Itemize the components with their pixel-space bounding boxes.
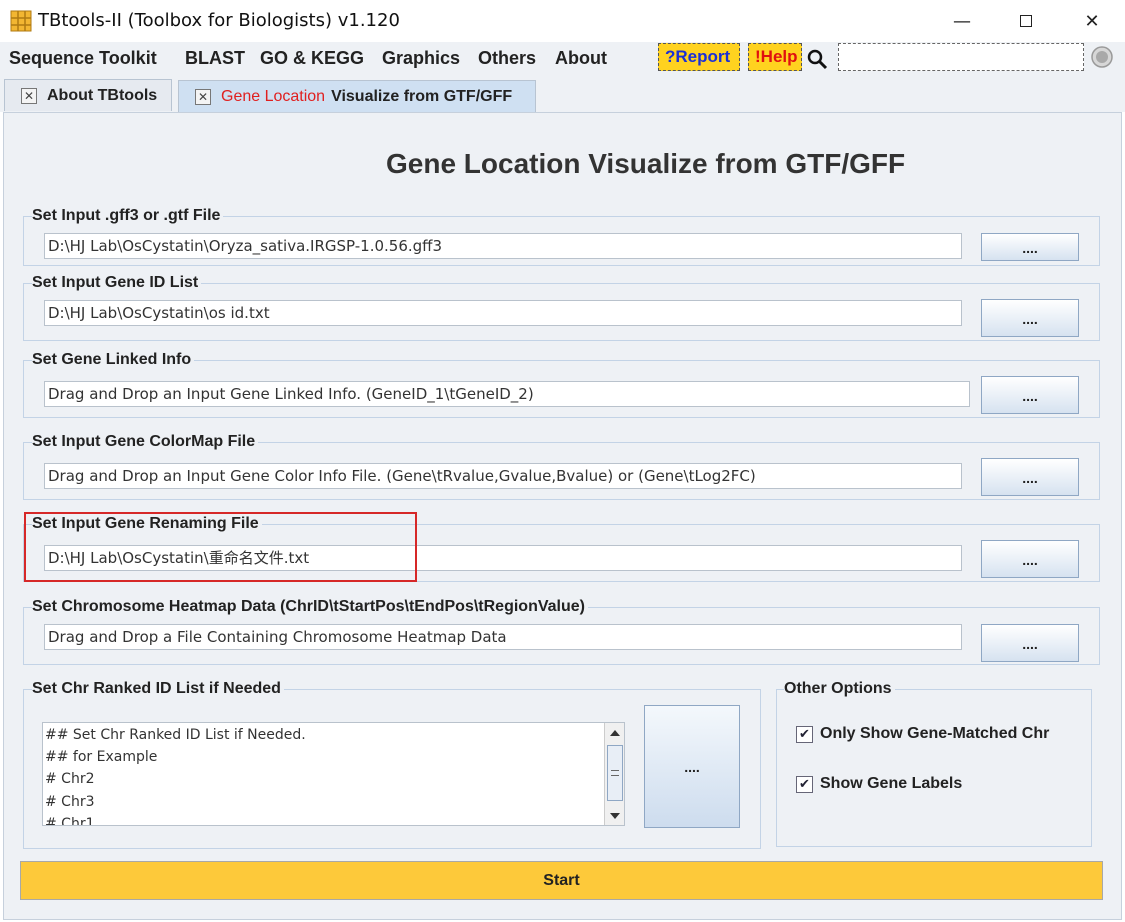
tab-about-tbtools[interactable]: ✕ About TBtools — [4, 79, 172, 111]
gene-id-label: Set Input Gene ID List — [32, 274, 202, 292]
menu-sequence-toolkit[interactable]: Sequence Toolkit — [9, 48, 157, 69]
tab-label: Visualize from GTF/GFF — [331, 87, 513, 105]
heatmap-browse-button[interactable]: .... — [981, 624, 1079, 662]
start-button[interactable]: Start — [20, 861, 1103, 900]
window-title: TBtools-II (Toolbox for Biologists) v1.1… — [38, 10, 400, 31]
menu-go-kegg[interactable]: GO & KEGG — [260, 48, 364, 69]
minimize-button[interactable]: — — [929, 0, 995, 42]
textarea-line: # Chr1 — [45, 816, 95, 826]
textarea-line: # Chr2 — [45, 771, 95, 787]
close-button[interactable]: ✕ — [1059, 0, 1125, 42]
other-options-group — [776, 689, 1092, 847]
ranked-id-label: Set Chr Ranked ID List if Needed — [32, 680, 284, 698]
gene-id-file-input[interactable]: D:\HJ Lab\OsCystatin\os id.txt — [44, 300, 962, 326]
menu-about[interactable]: About — [555, 48, 607, 69]
busy-indicator-icon — [1091, 46, 1113, 68]
colormap-browse-button[interactable]: .... — [981, 458, 1079, 496]
menu-others[interactable]: Others — [478, 48, 536, 69]
minimize-icon: — — [953, 10, 971, 32]
only-matched-chr-checkbox[interactable]: ✔ Only Show Gene-Matched Chr — [796, 725, 1049, 743]
scroll-up-icon[interactable] — [608, 726, 622, 740]
checkbox-checked-icon[interactable]: ✔ — [796, 725, 813, 743]
renaming-file-input[interactable]: D:\HJ Lab\OsCystatin\重命名文件.txt — [44, 545, 962, 571]
gene-id-browse-button[interactable]: .... — [981, 299, 1079, 337]
textarea-line: # Chr3 — [45, 794, 95, 810]
menu-blast[interactable]: BLAST — [185, 48, 245, 69]
gff-browse-button[interactable]: .... — [981, 233, 1079, 261]
checkbox-checked-icon[interactable]: ✔ — [796, 775, 813, 793]
textarea-scrollbar[interactable] — [604, 723, 624, 825]
tab-close-icon[interactable]: ✕ — [21, 87, 37, 104]
title-bar: TBtools-II (Toolbox for Biologists) v1.1… — [0, 0, 1125, 42]
page-title: Gene Location Visualize from GTF/GFF — [386, 148, 906, 179]
heatmap-label: Set Chromosome Heatmap Data (ChrID\tStar… — [32, 598, 588, 616]
gff-input-label: Set Input .gff3 or .gtf File — [32, 207, 224, 225]
gff-file-input[interactable]: D:\HJ Lab\OsCystatin\Oryza_sativa.IRGSP-… — [44, 233, 962, 259]
menu-graphics[interactable]: Graphics — [382, 48, 460, 69]
colormap-label: Set Input Gene ColorMap File — [32, 433, 259, 451]
close-icon: ✕ — [1084, 10, 1100, 32]
maximize-icon — [1020, 15, 1032, 27]
search-icon[interactable] — [806, 48, 828, 70]
gene-linked-input[interactable]: Drag and Drop an Input Gene Linked Info.… — [44, 381, 970, 407]
tab-close-icon[interactable]: ✕ — [195, 88, 211, 105]
renaming-browse-button[interactable]: .... — [981, 540, 1079, 578]
scroll-thumb[interactable] — [607, 745, 623, 801]
colormap-input[interactable]: Drag and Drop an Input Gene Color Info F… — [44, 463, 962, 489]
gene-linked-label: Set Gene Linked Info — [32, 351, 195, 369]
heatmap-input[interactable]: Drag and Drop a File Containing Chromoso… — [44, 624, 962, 650]
search-input[interactable] — [838, 43, 1084, 71]
scroll-grip-icon — [611, 770, 619, 776]
tab-gene-location[interactable]: ✕ Gene Location Visualize from GTF/GFF — [178, 80, 536, 112]
help-button[interactable]: !Help — [748, 43, 802, 71]
checkbox-label: Only Show Gene-Matched Chr — [820, 725, 1050, 742]
app-logo-icon — [10, 10, 32, 32]
textarea-line: ## for Example — [45, 749, 158, 765]
scroll-down-icon[interactable] — [608, 809, 622, 823]
maximize-button[interactable] — [993, 0, 1059, 42]
report-button[interactable]: ?Report — [658, 43, 740, 71]
ranked-id-textarea[interactable]: ## Set Chr Ranked ID List if Needed. ## … — [42, 722, 625, 826]
gene-linked-browse-button[interactable]: .... — [981, 376, 1079, 414]
checkbox-label: Show Gene Labels — [820, 775, 963, 792]
other-options-label: Other Options — [784, 680, 895, 698]
show-gene-labels-checkbox[interactable]: ✔ Show Gene Labels — [796, 775, 962, 793]
tab-label: About TBtools — [47, 86, 158, 104]
renaming-label: Set Input Gene Renaming File — [32, 515, 262, 533]
textarea-line: ## Set Chr Ranked ID List if Needed. — [45, 727, 306, 743]
tab-label-prefix: Gene Location — [221, 87, 326, 105]
ranked-id-browse-button[interactable]: .... — [644, 705, 740, 828]
